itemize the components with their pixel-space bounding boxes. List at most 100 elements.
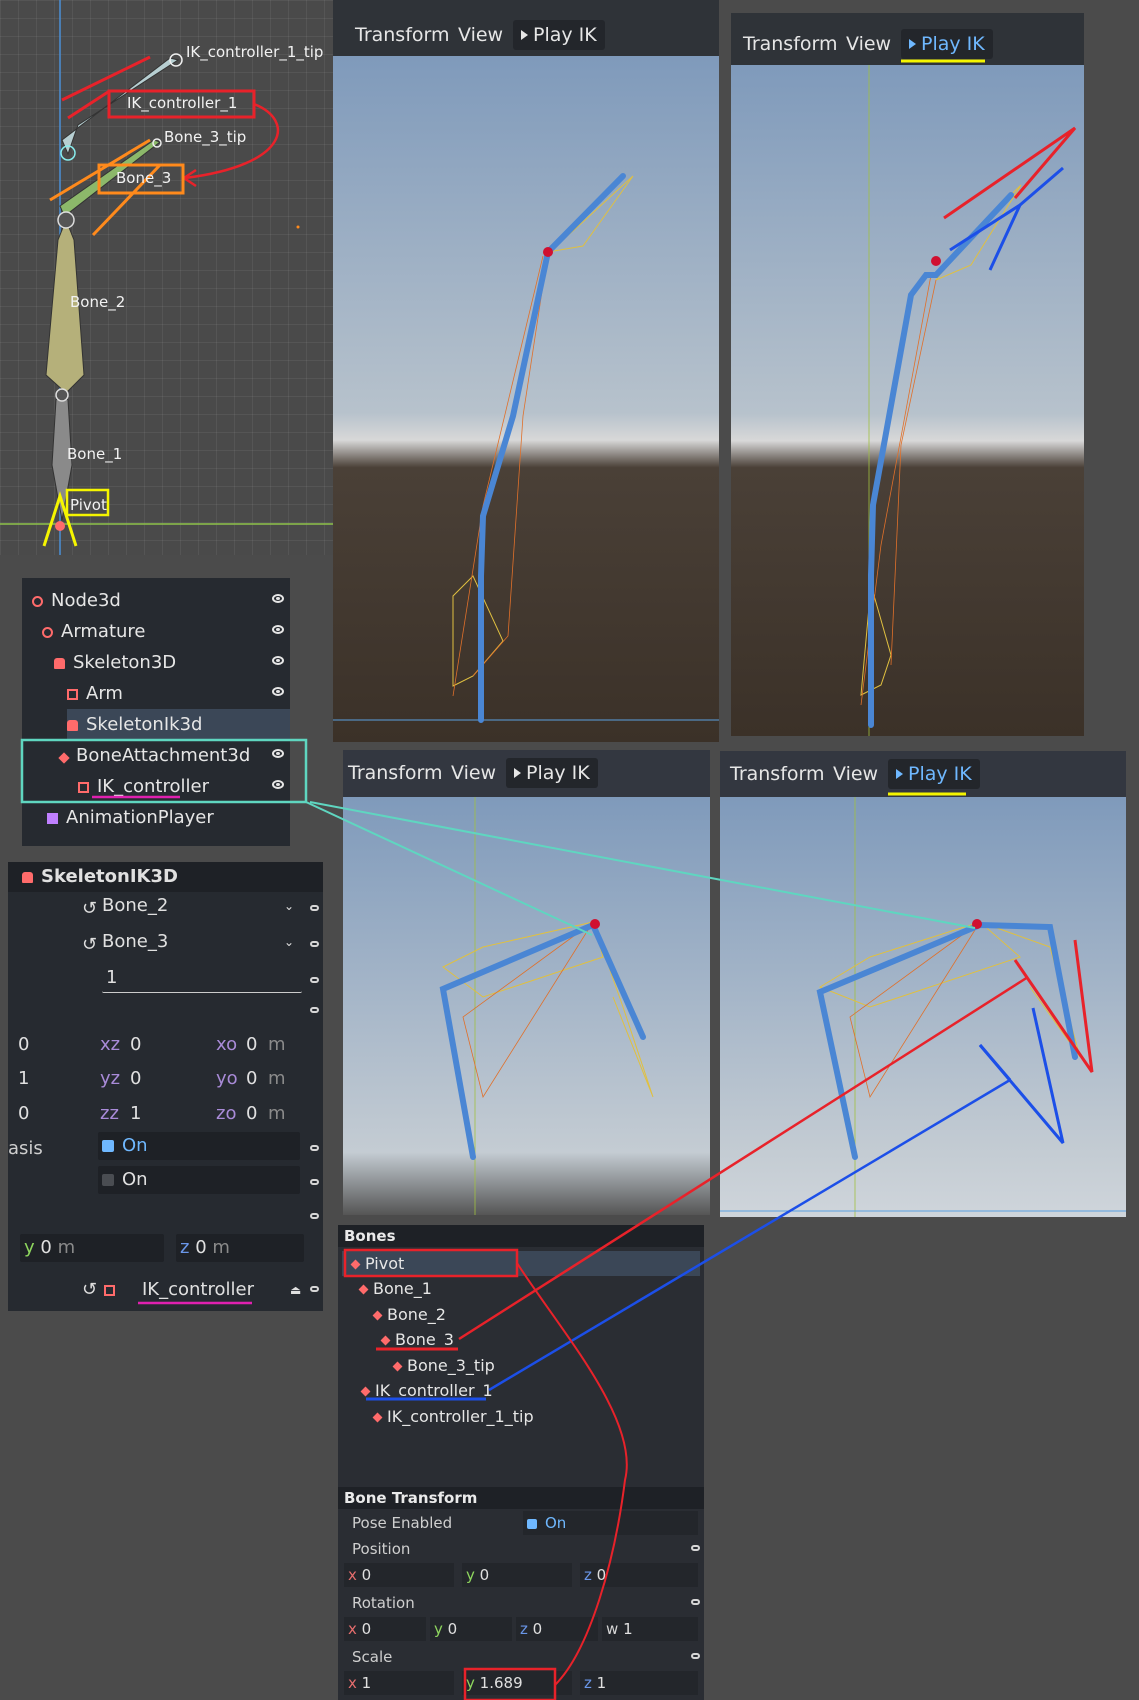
link-icon[interactable] <box>310 941 319 947</box>
mesh-instance-icon <box>104 1285 115 1296</box>
position-y-field[interactable]: y 0 <box>462 1563 572 1587</box>
link-icon[interactable] <box>691 1545 700 1551</box>
matrix-value[interactable]: 0 <box>246 1097 257 1131</box>
tree-item-skeletonik3d[interactable]: SkeletonIk3d <box>67 709 290 740</box>
section-bone-transform[interactable]: Bone Transform <box>338 1487 704 1509</box>
visibility-eye-icon[interactable] <box>272 780 284 789</box>
visibility-eye-icon[interactable] <box>272 656 284 665</box>
view-menu[interactable]: View <box>451 758 496 788</box>
play-ik-button[interactable]: Play IK <box>888 759 980 789</box>
position-z-field[interactable]: z 0 <box>580 1563 698 1587</box>
link-icon[interactable] <box>310 1286 319 1292</box>
override-checkbox[interactable]: On <box>98 1132 300 1160</box>
scene-render <box>333 56 719 742</box>
position-x-field[interactable]: x 0 <box>344 1563 454 1587</box>
tip-bone-select[interactable]: Bone_3 ⌄ <box>98 928 300 956</box>
revert-icon[interactable]: ↺ <box>82 928 97 962</box>
viewport-scene[interactable] <box>731 65 1084 736</box>
matrix-value[interactable]: 0 <box>130 1028 141 1062</box>
bone-item-bone3[interactable]: Bone_3 <box>380 1327 454 1352</box>
link-icon[interactable] <box>310 905 319 911</box>
link-icon[interactable] <box>691 1599 700 1605</box>
override-basis-row: asis On <box>8 1132 323 1166</box>
target-header-row <box>8 994 323 1028</box>
viewport-scene[interactable] <box>720 797 1126 1217</box>
rotation-z-field[interactable]: z 0 <box>516 1617 598 1641</box>
revert-icon[interactable]: ↺ <box>82 1273 97 1307</box>
viewport-3d-4[interactable]: Transform View Play IK <box>720 751 1126 1217</box>
rotation-w-field[interactable]: w 1 <box>602 1617 698 1641</box>
link-icon[interactable] <box>691 1653 700 1659</box>
magnet-checkbox[interactable]: On <box>98 1166 300 1194</box>
matrix-row-1: 0 xz 0 xo 0 m <box>8 1028 323 1062</box>
canvas-2d-editor[interactable]: IK_controller_1_tip IK_controller_1 Bone… <box>0 0 333 555</box>
mesh-instance-icon <box>78 782 89 793</box>
transform-menu[interactable]: Transform <box>348 758 443 788</box>
play-ik-button[interactable]: Play IK <box>513 20 605 50</box>
matrix-value[interactable]: 0 <box>18 1097 29 1131</box>
root-bone-select[interactable]: Bone_2 ⌄ <box>98 892 300 920</box>
checkbox-checked-icon <box>527 1519 537 1529</box>
rotation-y-field[interactable]: y 0 <box>430 1617 512 1641</box>
magnet-y-field[interactable]: y 0 m <box>20 1234 164 1262</box>
section-bones[interactable]: Bones <box>338 1225 704 1247</box>
tree-item-animationplayer[interactable]: AnimationPlayer <box>22 802 290 833</box>
viewport-toolbar: Transform View Play IK <box>731 13 1084 65</box>
matrix-value[interactable]: 0 <box>130 1062 141 1096</box>
scale-x-field[interactable]: x 1 <box>344 1671 454 1695</box>
bone-item-ik-controller[interactable]: IK_controller_1 <box>360 1378 493 1403</box>
bone-item-bone3-tip[interactable]: Bone_3_tip <box>392 1353 495 1378</box>
bone-item-ik-controller-tip[interactable]: IK_controller_1_tip <box>372 1404 534 1429</box>
interpolation-slider[interactable]: 1 <box>102 964 302 993</box>
matrix-value[interactable]: 0 <box>246 1028 257 1062</box>
magnet-z-field[interactable]: z 0 m <box>176 1234 304 1262</box>
link-icon[interactable] <box>310 1179 319 1185</box>
transform-menu[interactable]: Transform <box>743 29 838 59</box>
bone-item-pivot[interactable]: Pivot <box>342 1251 700 1276</box>
axis-label: yz <box>100 1068 121 1089</box>
tree-item-boneattachment3d[interactable]: BoneAttachment3d <box>22 740 290 771</box>
chevron-down-icon: ⌄ <box>283 899 294 913</box>
viewport-3d-1[interactable]: Transform View Play IK <box>333 0 719 742</box>
link-icon[interactable] <box>310 1007 319 1013</box>
scale-z-field[interactable]: z 1 <box>580 1671 698 1695</box>
transform-menu[interactable]: Transform <box>730 759 825 789</box>
visibility-eye-icon[interactable] <box>272 687 284 696</box>
rotation-x-field[interactable]: x 0 <box>344 1617 426 1641</box>
viewport-scene[interactable] <box>333 56 719 742</box>
matrix-value[interactable]: 1 <box>18 1062 29 1096</box>
transform-menu[interactable]: Transform <box>355 20 450 50</box>
play-ik-button[interactable]: Play IK <box>901 29 993 59</box>
target-node-row: ↺ IK_controller ⏏ <box>8 1273 323 1307</box>
visibility-eye-icon[interactable] <box>272 594 284 603</box>
tree-item-skeleton3d[interactable]: Skeleton3D <box>22 647 290 678</box>
scale-y-field[interactable]: y 1.689 <box>462 1671 572 1695</box>
bone-item-bone2[interactable]: Bone_2 <box>372 1302 446 1327</box>
link-icon[interactable] <box>310 1145 319 1151</box>
view-menu[interactable]: View <box>846 29 891 59</box>
view-menu[interactable]: View <box>458 20 503 50</box>
revert-icon[interactable]: ↺ <box>82 892 97 926</box>
matrix-value[interactable]: 0 <box>246 1062 257 1096</box>
viewport-3d-3[interactable]: Transform View Play IK <box>343 750 710 1215</box>
viewport-3d-2[interactable]: Transform View Play IK <box>731 13 1084 736</box>
tree-item-arm[interactable]: Arm <box>22 678 290 709</box>
pose-enabled-checkbox[interactable]: On <box>523 1511 698 1535</box>
property-label: asis <box>8 1138 43 1159</box>
play-ik-button[interactable]: Play IK <box>506 758 598 788</box>
clear-icon[interactable]: ⏏ <box>290 1273 301 1307</box>
bone-item-bone1[interactable]: Bone_1 <box>358 1276 432 1301</box>
viewport-scene[interactable] <box>343 797 710 1215</box>
visibility-eye-icon[interactable] <box>272 749 284 758</box>
link-icon[interactable] <box>310 977 319 983</box>
target-node-value[interactable]: IK_controller <box>142 1273 254 1307</box>
matrix-value[interactable]: 1 <box>130 1097 141 1131</box>
tree-item-ik-controller[interactable]: IK_controller <box>22 771 290 802</box>
tree-item-armature[interactable]: Armature <box>22 616 290 647</box>
tree-item-node3d[interactable]: Node3d <box>22 585 290 616</box>
visibility-eye-icon[interactable] <box>272 625 284 634</box>
label-bone3: Bone_3 <box>116 169 172 187</box>
link-icon[interactable] <box>310 1213 319 1219</box>
view-menu[interactable]: View <box>833 759 878 789</box>
matrix-value[interactable]: 0 <box>18 1028 29 1062</box>
